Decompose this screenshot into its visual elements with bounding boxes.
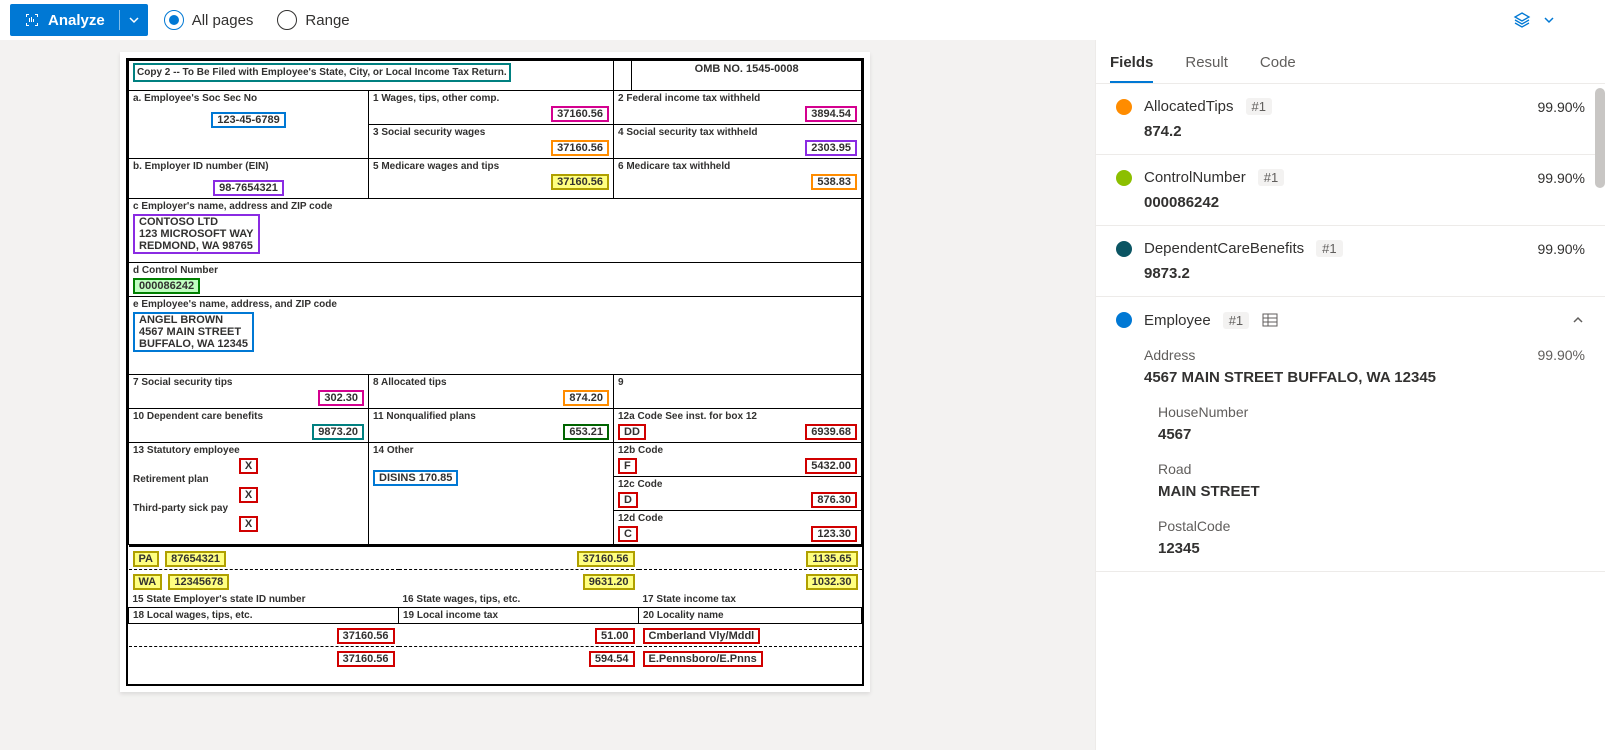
subfield-label: Road bbox=[1158, 461, 1191, 477]
layers-icon bbox=[1513, 11, 1531, 29]
field-color-dot bbox=[1116, 170, 1132, 186]
field-badge: #1 bbox=[1246, 98, 1272, 115]
sidebar-tabs: Fields Result Code bbox=[1096, 40, 1605, 84]
analyze-icon bbox=[24, 12, 40, 28]
field-value: 874.2 bbox=[1144, 123, 1585, 140]
field-value: 000086242 bbox=[1144, 194, 1585, 211]
table-icon[interactable] bbox=[1261, 311, 1279, 329]
analyze-button[interactable]: Analyze bbox=[10, 4, 148, 36]
field-badge: #1 bbox=[1316, 240, 1342, 257]
chevron-down-icon bbox=[128, 14, 140, 26]
subfield-label: PostalCode bbox=[1158, 518, 1230, 534]
page-radio-group: All pages Range bbox=[164, 10, 350, 30]
field-AllocatedTips[interactable]: AllocatedTips #1 99.90% 874.2 bbox=[1096, 84, 1605, 155]
subfield-label: Address bbox=[1144, 347, 1195, 363]
subfield-value: 12345 bbox=[1158, 540, 1585, 557]
field-color-dot bbox=[1116, 312, 1132, 328]
subfield-Address: Address 99.90% 4567 MAIN STREET BUFFALO, W… bbox=[1144, 347, 1585, 386]
tab-code[interactable]: Code bbox=[1260, 54, 1296, 83]
analyze-label: Analyze bbox=[48, 12, 105, 29]
subfield-value: MAIN STREET bbox=[1158, 483, 1585, 500]
field-ControlNumber[interactable]: ControlNumber #1 99.90% 000086242 bbox=[1096, 155, 1605, 226]
chevron-up-icon[interactable] bbox=[1571, 313, 1585, 327]
tab-result[interactable]: Result bbox=[1185, 54, 1228, 83]
field-confidence: 99.90% bbox=[1538, 170, 1585, 186]
field-confidence: 99.90% bbox=[1538, 241, 1585, 257]
field-color-dot bbox=[1116, 99, 1132, 115]
analyze-dropdown[interactable] bbox=[120, 4, 148, 36]
field-name-label: AllocatedTips bbox=[1144, 98, 1234, 115]
chevron-down-icon bbox=[1543, 14, 1555, 26]
field-name-label: ControlNumber bbox=[1144, 169, 1246, 186]
field-badge: #1 bbox=[1223, 312, 1249, 329]
subfield-confidence: 99.90% bbox=[1538, 347, 1585, 363]
results-sidebar: Fields Result Code AllocatedTips #1 99.90… bbox=[1095, 40, 1605, 750]
radio-range[interactable]: Range bbox=[277, 10, 349, 30]
field-name-label: Employee bbox=[1144, 312, 1211, 329]
subfield-label: HouseNumber bbox=[1158, 404, 1248, 420]
tab-fields[interactable]: Fields bbox=[1110, 54, 1153, 83]
radio-all-pages[interactable]: All pages bbox=[164, 10, 254, 30]
layer-controls[interactable] bbox=[1513, 11, 1555, 29]
subfield-HouseNumber: HouseNumber 4567 bbox=[1158, 404, 1585, 443]
fields-list[interactable]: AllocatedTips #1 99.90% 874.2 ControlNumbe… bbox=[1096, 84, 1605, 750]
field-badge: #1 bbox=[1258, 169, 1284, 186]
document-page: Copy 2 -- To Be Filed with Employee's St… bbox=[120, 52, 870, 692]
field-name-label: DependentCareBenefits bbox=[1144, 240, 1304, 257]
field-confidence: 99.90% bbox=[1538, 99, 1585, 115]
field-color-dot bbox=[1116, 241, 1132, 257]
field-value: 9873.2 bbox=[1144, 265, 1585, 282]
subfield-value: 4567 bbox=[1158, 426, 1585, 443]
scrollbar[interactable] bbox=[1595, 88, 1605, 188]
toolbar: Analyze All pages Range bbox=[0, 0, 1605, 40]
subfield-PostalCode: PostalCode 12345 bbox=[1158, 518, 1585, 557]
field-DependentCareBenefits[interactable]: DependentCareBenefits #1 99.90% 9873.2 bbox=[1096, 226, 1605, 297]
field-Employee[interactable]: Employee #1 Address 99.90% 4567 MAIN STREET… bbox=[1096, 297, 1605, 572]
subfield-value: 4567 MAIN STREET BUFFALO, WA 12345 bbox=[1144, 369, 1585, 386]
document-viewer[interactable]: Copy 2 -- To Be Filed with Employee's St… bbox=[0, 40, 1095, 750]
subfield-Road: Road MAIN STREET bbox=[1158, 461, 1585, 500]
